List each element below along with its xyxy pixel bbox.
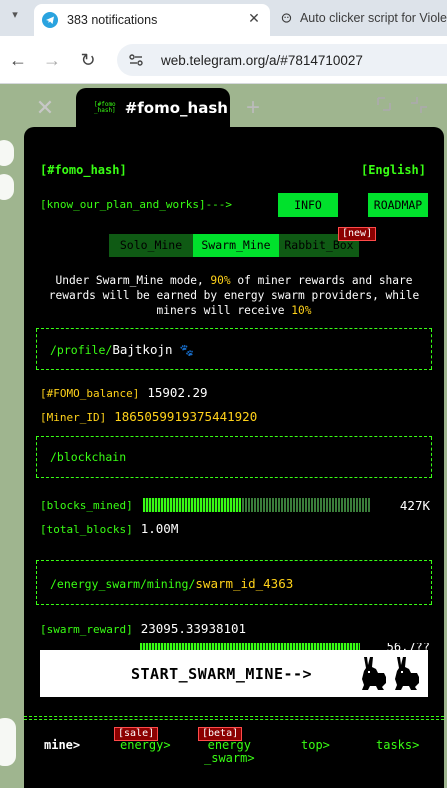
nav-top[interactable]: top> — [301, 739, 330, 752]
browser-tabstrip: ▾ 383 notifications ✕ Auto clicker scrip… — [0, 0, 447, 36]
nav-energy[interactable]: energy> — [120, 739, 171, 752]
app-logo: [#fomo _hash] — [94, 101, 116, 114]
total-blocks-value: 1.00M — [140, 521, 179, 536]
balance-row: [#FOMO_balance] 15902.29 — [40, 385, 208, 400]
balance-label: [#FOMO_balance] — [40, 387, 140, 400]
new-badge: [new] — [338, 227, 377, 241]
start-swarm-mine-button[interactable]: START_SWARM_MINE--> — [40, 650, 428, 697]
paw-icon: 🐾 — [179, 343, 194, 357]
swarm-reward-row: [swarm_reward] 23095.33938101 — [40, 621, 246, 636]
tab-title: Auto clicker script for Viole — [299, 11, 447, 25]
reload-icon[interactable]: ↻ — [76, 48, 100, 72]
app-name: #fomo_hash — [124, 99, 228, 117]
profile-box: /profile/Bajtkojn 🐾 — [36, 328, 432, 370]
mini-app-header: ✕ [#fomo _hash] #fomo_hash + — [24, 88, 444, 128]
blockchain-box: /blockchain — [36, 436, 432, 478]
balance-value: 15902.29 — [147, 385, 208, 400]
close-icon[interactable]: ✕ — [32, 96, 58, 122]
browser-toolbar: ← → ↻ web.telegram.org/a/#7814710027 — [0, 36, 447, 84]
tab-title: 383 notifications — [67, 13, 158, 27]
blocks-mined-value: 427K — [399, 497, 430, 513]
mini-app-body: [#fomo_hash] [English] [know_our_plan_an… — [24, 127, 444, 788]
plan-link[interactable]: [know_our_plan_and_works]---> — [40, 198, 232, 211]
rabbit-icon — [395, 657, 419, 690]
back-arrow-icon[interactable]: ← — [6, 48, 30, 72]
start-button-label: START_SWARM_MINE--> — [131, 664, 313, 683]
tab-close-icon[interactable]: ✕ — [244, 10, 264, 27]
profile-label: /profile/Bajtkojn 🐾 — [50, 342, 194, 357]
nav-mine[interactable]: mine> — [44, 739, 80, 752]
energy-swarm-label: /energy_swarm/mining/swarm_id_4363 — [50, 576, 294, 591]
swarm-id: swarm_id_4363 — [195, 576, 294, 591]
mode-description: Under Swarm_Mine mode, 90% of miner rewa… — [48, 274, 420, 317]
telegram-icon — [42, 12, 58, 28]
nav-divider — [24, 716, 444, 720]
miner-id-value: 1865059919375441920 — [114, 409, 258, 424]
username: Bajtkojn — [112, 342, 173, 357]
mode-swarm-mine[interactable]: Swarm_Mine — [193, 234, 279, 257]
total-blocks-row: [total_blocks] 1.00M — [40, 521, 178, 536]
extension-icon — [281, 13, 292, 23]
collapse-icon[interactable] — [410, 96, 432, 118]
energy-swarm-box: /energy_swarm/mining/swarm_id_4363 — [36, 560, 432, 605]
blocks-mined-bar-fill — [142, 498, 241, 512]
app-title: [#fomo_hash] — [40, 163, 127, 177]
tab-search-icon[interactable]: ▾ — [4, 8, 26, 28]
add-tab-icon[interactable]: + — [246, 94, 260, 122]
miner-id-label: [Miner_ID] — [40, 411, 107, 424]
miner-id-row: [Miner_ID] 1865059919375441920 — [40, 409, 257, 424]
address-bar[interactable]: web.telegram.org/a/#7814710027 — [117, 44, 447, 76]
mini-app-tab[interactable]: [#fomo _hash] #fomo_hash — [76, 88, 230, 128]
info-button[interactable]: INFO — [278, 193, 338, 217]
rabbit-icon — [362, 657, 386, 690]
expand-icon[interactable] — [376, 96, 396, 118]
bottom-nav: mine> [sale] energy> [beta] energy _swar… — [24, 727, 444, 787]
mode-solo-mine[interactable]: Solo_Mine — [109, 234, 193, 257]
swarm-reward-label: [swarm_reward] — [40, 623, 133, 636]
site-info-icon[interactable] — [127, 51, 145, 69]
roadmap-button[interactable]: ROADMAP — [368, 193, 428, 217]
language-selector[interactable]: [English] — [361, 163, 426, 177]
nav-energy-swarm[interactable]: energy _swarm> — [204, 739, 255, 765]
tab-autoclicker[interactable]: Auto clicker script for Viole — [270, 4, 447, 32]
url-text: web.telegram.org/a/#7814710027 — [161, 52, 363, 68]
total-blocks-label: [total_blocks] — [40, 523, 133, 536]
blockchain-label: /blockchain — [50, 450, 127, 464]
forward-arrow-icon[interactable]: → — [40, 48, 64, 72]
tab-telegram[interactable]: 383 notifications ✕ — [34, 4, 270, 36]
blocks-mined-row: [blocks_mined] 427K — [40, 497, 430, 513]
blocks-mined-label: [blocks_mined] — [40, 498, 133, 512]
swarm-reward-value: 23095.33938101 — [140, 621, 247, 636]
nav-tasks[interactable]: tasks> — [376, 739, 419, 752]
mode-selector: Solo_Mine Swarm_Mine Rabbit_Box — [109, 234, 359, 257]
blocks-mined-bar — [142, 498, 371, 512]
